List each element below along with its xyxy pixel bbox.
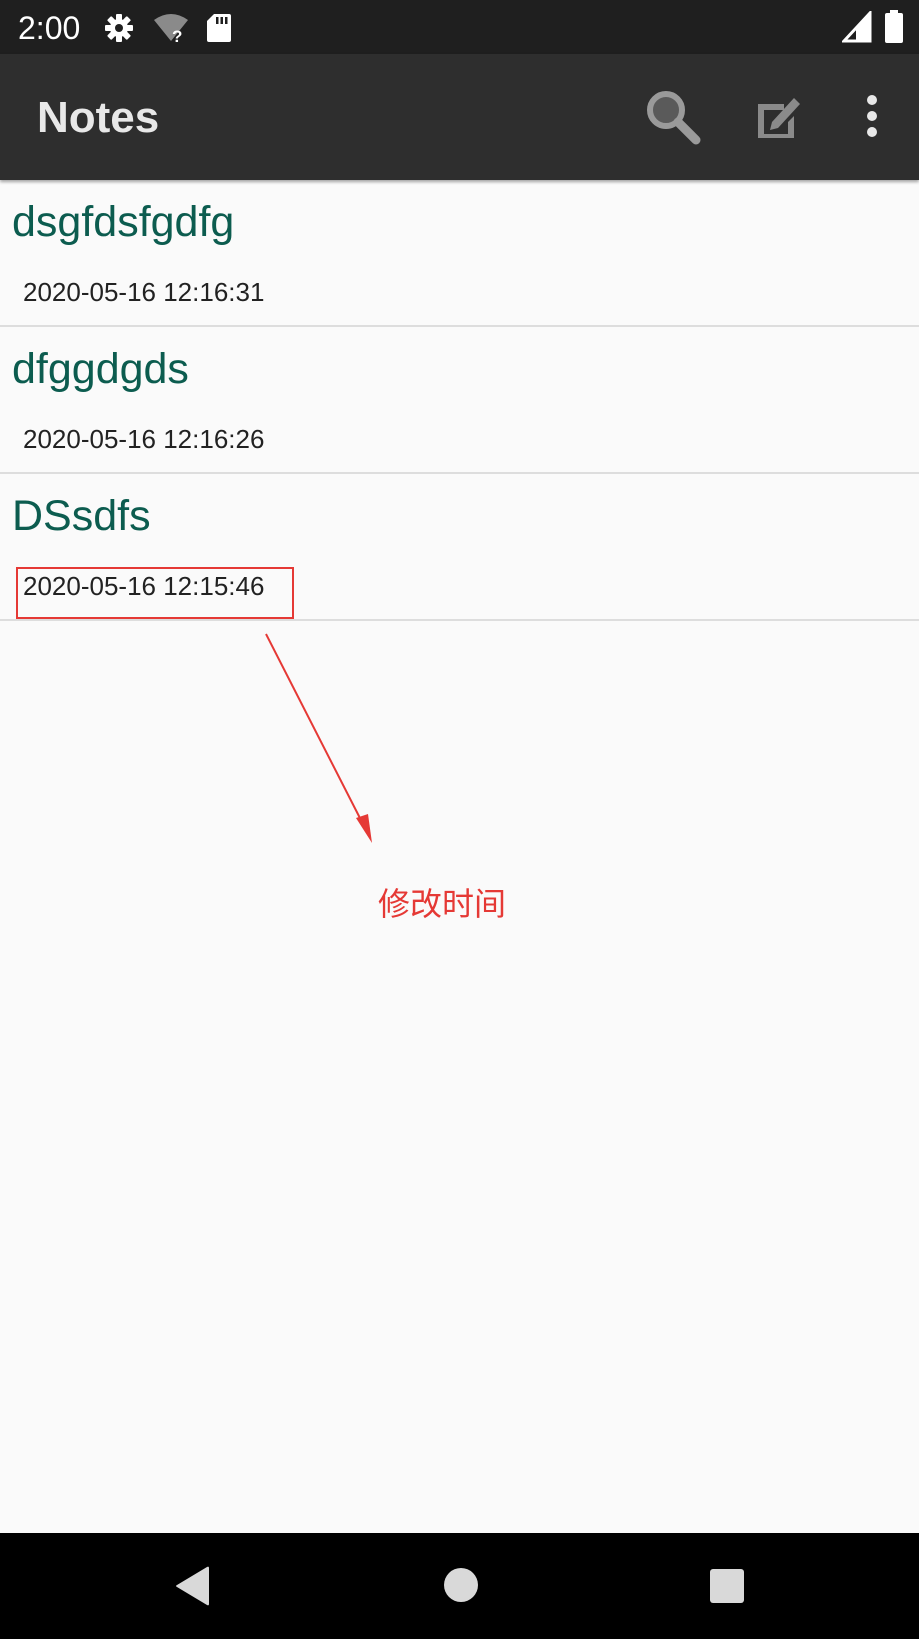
recents-icon[interactable]	[709, 1568, 745, 1608]
annotation-highlight-box	[16, 567, 294, 619]
app-title: Notes	[37, 93, 160, 142]
wifi-unknown-icon: ?	[152, 12, 190, 48]
note-modified-date: 2020-05-16 12:16:26	[23, 424, 265, 454]
note-title: dfggdgds	[12, 345, 189, 393]
more-options-icon[interactable]	[862, 94, 882, 142]
search-icon[interactable]	[642, 86, 702, 150]
svg-text:?: ?	[172, 27, 182, 44]
battery-icon	[884, 10, 904, 48]
home-icon[interactable]	[443, 1567, 479, 1607]
gear-icon	[104, 13, 134, 47]
status-bar: 2:00 ?	[0, 0, 919, 54]
list-item[interactable]: dfggdgds 2020-05-16 12:16:26	[0, 327, 919, 474]
note-modified-date: 2020-05-16 12:16:31	[23, 277, 265, 307]
sd-card-icon	[206, 13, 232, 47]
list-item[interactable]: dsgfdsfgdfg 2020-05-16 12:16:31	[0, 180, 919, 327]
navigation-bar	[0, 1533, 919, 1639]
note-title: DSsdfs	[12, 492, 151, 540]
note-title: dsgfdsfgdfg	[12, 198, 235, 246]
status-time: 2:00	[18, 10, 81, 46]
notes-list: dsgfdsfgdfg 2020-05-16 12:16:31 dfggdgds…	[0, 180, 919, 621]
annotation-label: 修改时间	[378, 885, 507, 923]
app-bar: Notes	[0, 54, 919, 180]
back-icon[interactable]	[174, 1565, 212, 1611]
cell-signal-icon	[840, 9, 872, 47]
compose-note-icon[interactable]	[754, 92, 802, 144]
